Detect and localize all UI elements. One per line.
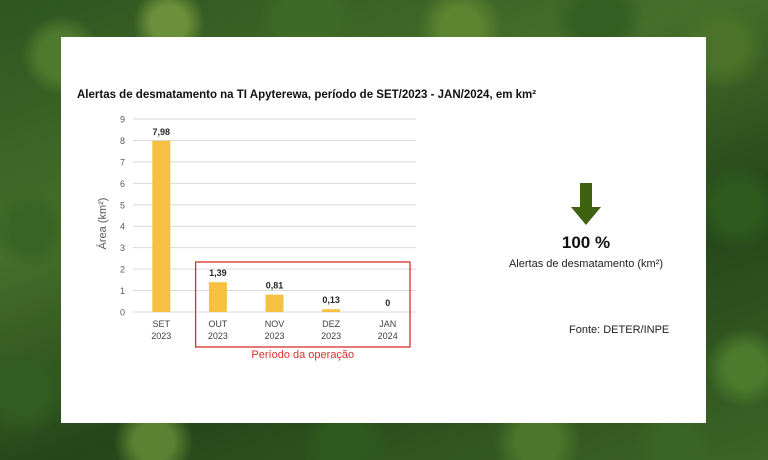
chart-title: Alertas de desmatamento na TI Apyterewa,… bbox=[77, 89, 537, 101]
y-tick-label: 4 bbox=[120, 222, 125, 232]
chart-card: 0 1 2 3 4 5 6 7 8 9 Área (km²) 7,98 SET 2023 1,39 OUT 20… bbox=[61, 37, 706, 423]
x-tick-label: 2023 bbox=[208, 331, 228, 341]
data-label: 0 bbox=[385, 298, 390, 308]
source-note: Fonte: DETER/INPE bbox=[569, 324, 670, 336]
percent-label: Alertas de desmatamento (km²) bbox=[508, 258, 664, 270]
y-tick-label: 0 bbox=[120, 308, 125, 318]
data-label: 1,39 bbox=[209, 268, 227, 278]
y-tick-label: 5 bbox=[120, 200, 125, 210]
y-tick-label: 6 bbox=[120, 179, 125, 189]
percent-value: 100 % bbox=[561, 233, 611, 252]
data-label: 0,81 bbox=[266, 281, 284, 291]
x-tick-label: 2023 bbox=[321, 331, 341, 341]
x-tick-label: JAN bbox=[379, 319, 396, 329]
x-tick-label: SET bbox=[153, 319, 171, 329]
x-tick-label: 2023 bbox=[264, 331, 284, 341]
highlight-label: Período da operação bbox=[251, 349, 354, 361]
data-label: 0,13 bbox=[322, 295, 340, 305]
arrow-down-icon bbox=[571, 183, 601, 225]
y-tick-label: 8 bbox=[120, 136, 125, 146]
x-tick-label: NOV bbox=[265, 319, 285, 329]
y-tick-label: 1 bbox=[120, 286, 125, 296]
x-tick-label: 2024 bbox=[378, 331, 398, 341]
y-tick-label: 7 bbox=[120, 157, 125, 167]
x-tick-label: DEZ bbox=[322, 319, 341, 329]
y-tick-label: 3 bbox=[120, 243, 125, 253]
y-axis-label: Área (km²) bbox=[96, 198, 109, 250]
x-tick-label: OUT bbox=[208, 319, 228, 329]
bar bbox=[208, 282, 227, 312]
y-tick-label: 2 bbox=[120, 265, 125, 275]
bar bbox=[322, 309, 341, 312]
x-tick-label: 2023 bbox=[151, 331, 171, 341]
data-label: 7,98 bbox=[153, 127, 171, 137]
bar bbox=[265, 294, 284, 312]
bar bbox=[152, 140, 171, 312]
y-tick-label: 9 bbox=[120, 115, 125, 125]
